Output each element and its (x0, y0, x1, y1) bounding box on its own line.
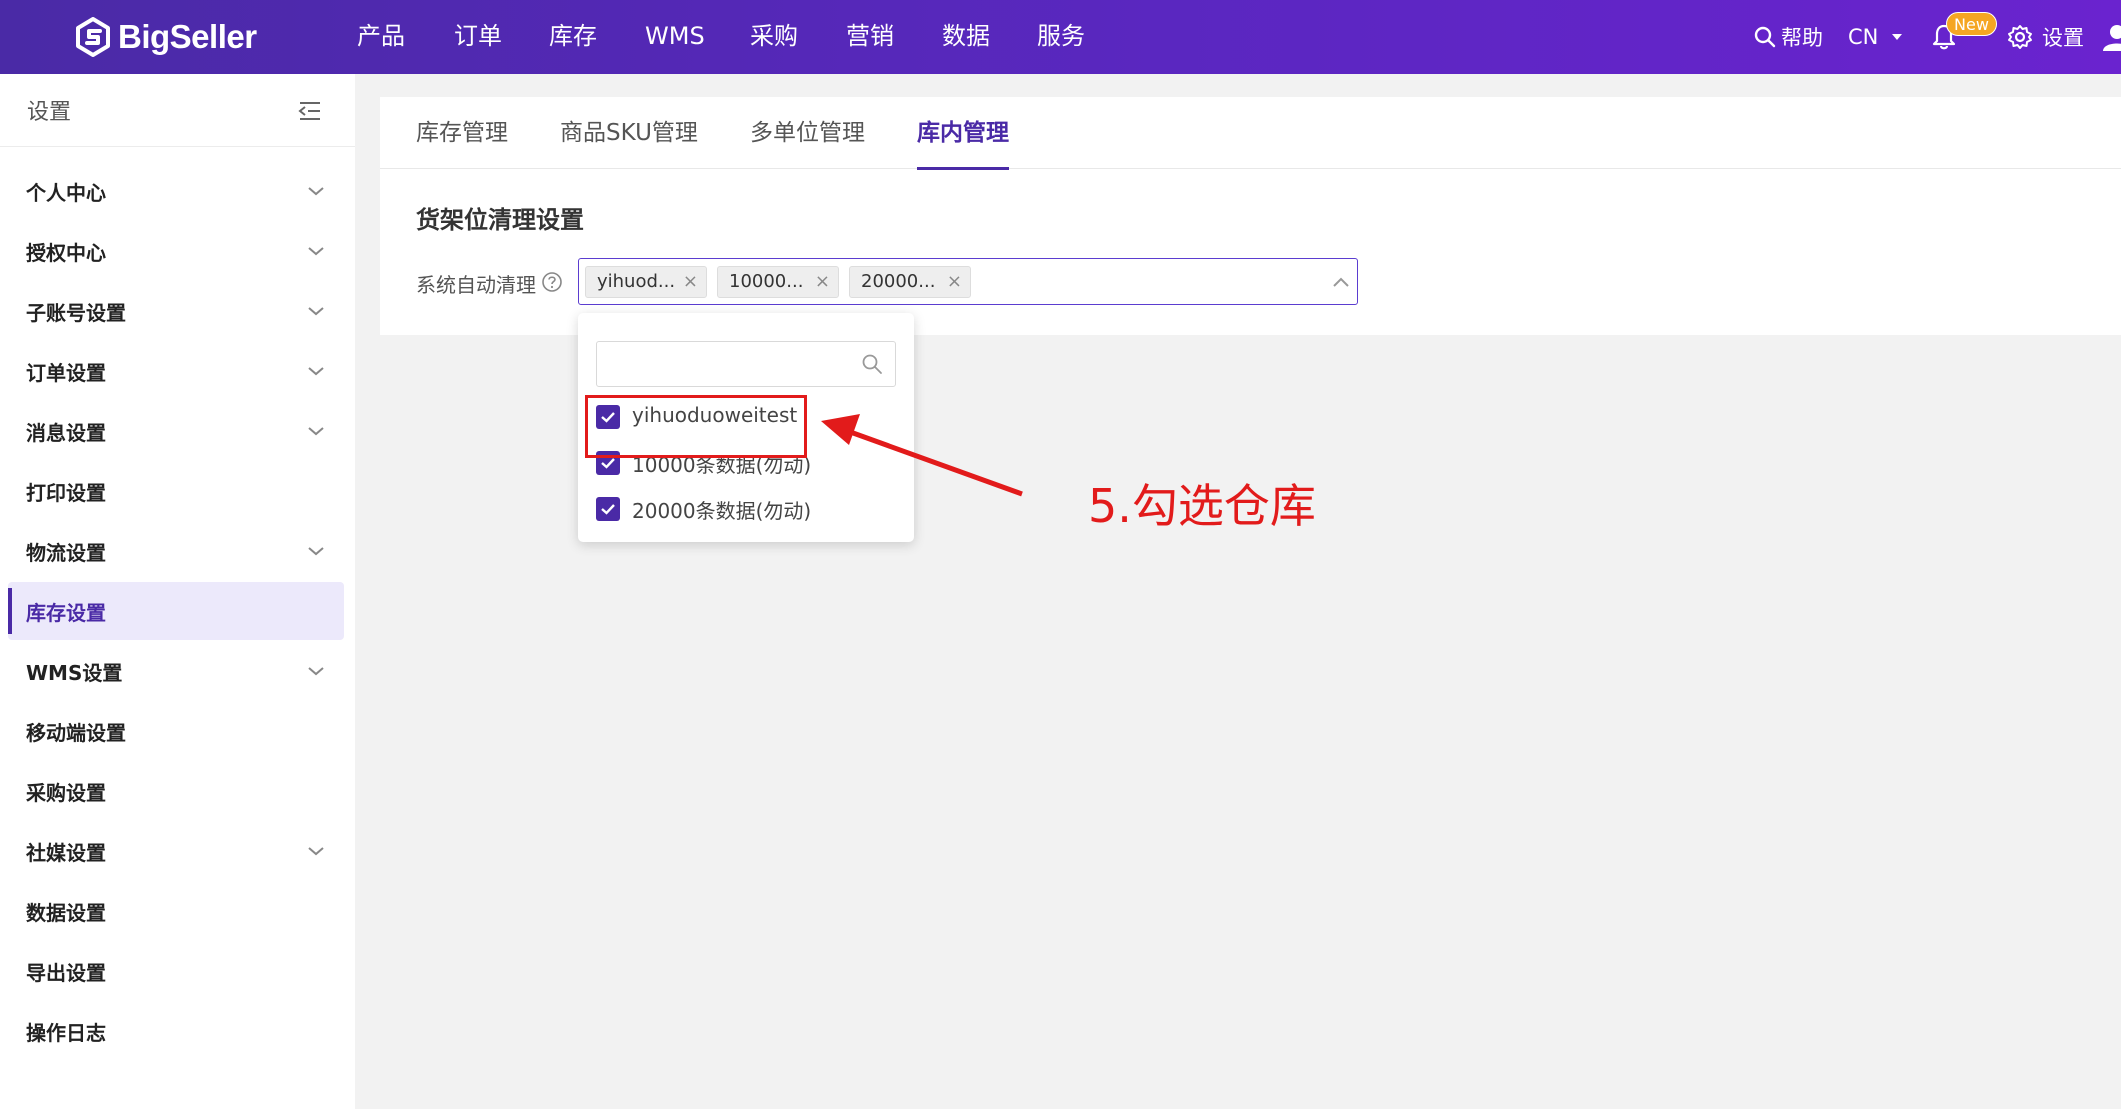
tab-in-warehouse-management[interactable]: 库内管理 (917, 97, 1009, 170)
new-badge: New (1946, 12, 1997, 36)
chevron-up-icon (1333, 277, 1349, 287)
help-label: 帮助 (1781, 26, 1823, 50)
sidebar-item-label: 操作日志 (26, 1021, 106, 1045)
settings-tabs: 库存管理 商品SKU管理 多单位管理 库内管理 (380, 97, 2121, 170)
tag-remove-icon[interactable]: × (683, 267, 698, 297)
sidebar-item-label: 订单设置 (26, 361, 106, 385)
sidebar-item-wms-settings[interactable]: WMS设置 (8, 642, 344, 700)
sidebar-item-data-settings[interactable]: 数据设置 (8, 882, 344, 940)
dropdown-search[interactable] (596, 341, 896, 387)
selected-tag: 20000... × (849, 266, 971, 298)
sidebar-title: 设置 (27, 100, 72, 125)
bigseller-logo-icon (76, 17, 110, 57)
chevron-down-icon (308, 247, 324, 256)
settings-card: 库存管理 商品SKU管理 多单位管理 库内管理 货架位清理设置 系统自动清理 y… (380, 97, 2121, 335)
dropdown-option[interactable]: 20000条数据(勿动) (596, 491, 896, 525)
sidebar-item-label: 子账号设置 (26, 301, 126, 325)
sidebar-item-label: 采购设置 (26, 781, 106, 805)
sidebar-item-label: 库存设置 (26, 601, 106, 625)
sidebar-item-label: WMS设置 (26, 661, 123, 685)
tab-multi-unit-management[interactable]: 多单位管理 (750, 97, 865, 169)
nav-item-inventory[interactable]: 库存 (549, 0, 597, 74)
nav-item-wms[interactable]: WMS (645, 0, 705, 74)
user-icon (2103, 25, 2121, 51)
chevron-down-icon (308, 367, 324, 376)
help-button[interactable]: 帮助 (1753, 0, 1823, 74)
sidebar-item-label: 授权中心 (26, 241, 106, 265)
option-label: 20000条数据(勿动) (632, 499, 812, 523)
dropdown-search-input[interactable] (597, 342, 847, 386)
nav-item-data[interactable]: 数据 (942, 0, 990, 74)
check-icon (601, 504, 615, 515)
sidebar-item-personal-center[interactable]: 个人中心 (8, 162, 344, 220)
sidebar-header: 设置 (0, 74, 355, 147)
section-title: 货架位清理设置 (416, 206, 584, 234)
notifications-button[interactable] (1931, 0, 1957, 74)
nav-item-orders[interactable]: 订单 (454, 0, 502, 74)
tag-remove-icon[interactable]: × (815, 267, 830, 297)
sidebar-item-label: 导出设置 (26, 961, 106, 985)
sidebar-item-export-settings[interactable]: 导出设置 (8, 942, 344, 1000)
sidebar-item-message-settings[interactable]: 消息设置 (8, 402, 344, 460)
user-avatar[interactable] (2103, 0, 2121, 74)
sidebar-item-authorization[interactable]: 授权中心 (8, 222, 344, 280)
chevron-down-icon (308, 307, 324, 316)
gear-icon (2008, 25, 2032, 49)
sidebar-item-operation-log[interactable]: 操作日志 (8, 1002, 344, 1060)
top-navbar: BigSeller 产品 订单 库存 WMS 采购 营销 数据 服务 帮助 CN… (0, 0, 2121, 74)
sidebar-item-label: 数据设置 (26, 901, 106, 925)
checkbox-checked[interactable] (596, 497, 620, 521)
question-circle-icon[interactable] (541, 271, 563, 293)
chevron-down-icon (308, 847, 324, 856)
tag-label: 20000... (861, 271, 936, 292)
sidebar-item-label: 移动端设置 (26, 721, 126, 745)
sidebar-item-print-settings[interactable]: 打印设置 (8, 462, 344, 520)
chevron-down-icon (308, 547, 324, 556)
search-icon (1754, 26, 1776, 48)
tab-inventory-management[interactable]: 库存管理 (416, 97, 508, 169)
annotation-text: 5.勾选仓库 (1088, 479, 1316, 533)
settings-button[interactable]: 设置 (2007, 0, 2084, 74)
nav-item-services[interactable]: 服务 (1037, 0, 1085, 74)
sidebar-item-mobile-settings[interactable]: 移动端设置 (8, 702, 344, 760)
brand-name: BigSeller (118, 18, 257, 55)
sidebar-item-sub-accounts[interactable]: 子账号设置 (8, 282, 344, 340)
sidebar-item-logistics-settings[interactable]: 物流设置 (8, 522, 344, 580)
settings-label: 设置 (2042, 26, 2084, 50)
selected-tag: 10000... × (717, 266, 839, 298)
tag-label: 10000... (729, 271, 804, 292)
tag-remove-icon[interactable]: × (947, 267, 962, 297)
collapse-sidebar-icon[interactable] (297, 98, 323, 124)
sidebar-item-label: 打印设置 (26, 481, 106, 505)
language-select[interactable]: CN (1848, 0, 1904, 74)
tag-label: yihuod... (597, 271, 676, 292)
search-icon (862, 354, 882, 374)
sidebar-item-order-settings[interactable]: 订单设置 (8, 342, 344, 400)
bigseller-logo[interactable]: BigSeller (74, 17, 257, 57)
language-label: CN (1848, 25, 1879, 49)
sidebar-item-label: 个人中心 (26, 181, 106, 205)
annotation-highlight-box (585, 395, 807, 458)
caret-down-icon (1892, 34, 1903, 40)
sidebar-item-label: 消息设置 (26, 421, 106, 445)
sidebar-item-label: 物流设置 (26, 541, 106, 565)
nav-item-purchase[interactable]: 采购 (750, 0, 798, 74)
sidebar-item-purchase-settings[interactable]: 采购设置 (8, 762, 344, 820)
chevron-down-icon (308, 187, 324, 196)
nav-item-products[interactable]: 产品 (357, 0, 405, 74)
sidebar-item-label: 社媒设置 (26, 841, 106, 865)
chevron-down-icon (308, 427, 324, 436)
nav-item-marketing[interactable]: 营销 (846, 0, 894, 74)
tab-sku-management[interactable]: 商品SKU管理 (560, 97, 698, 169)
sidebar-item-social-settings[interactable]: 社媒设置 (8, 822, 344, 880)
sidebar-item-inventory-settings[interactable]: 库存设置 (8, 582, 344, 640)
auto-clean-label: 系统自动清理 (416, 273, 536, 297)
warehouse-multiselect[interactable]: yihuod... × 10000... × 20000... × (578, 258, 1358, 305)
selected-tag: yihuod... × (585, 266, 707, 298)
chevron-down-icon (308, 667, 324, 676)
